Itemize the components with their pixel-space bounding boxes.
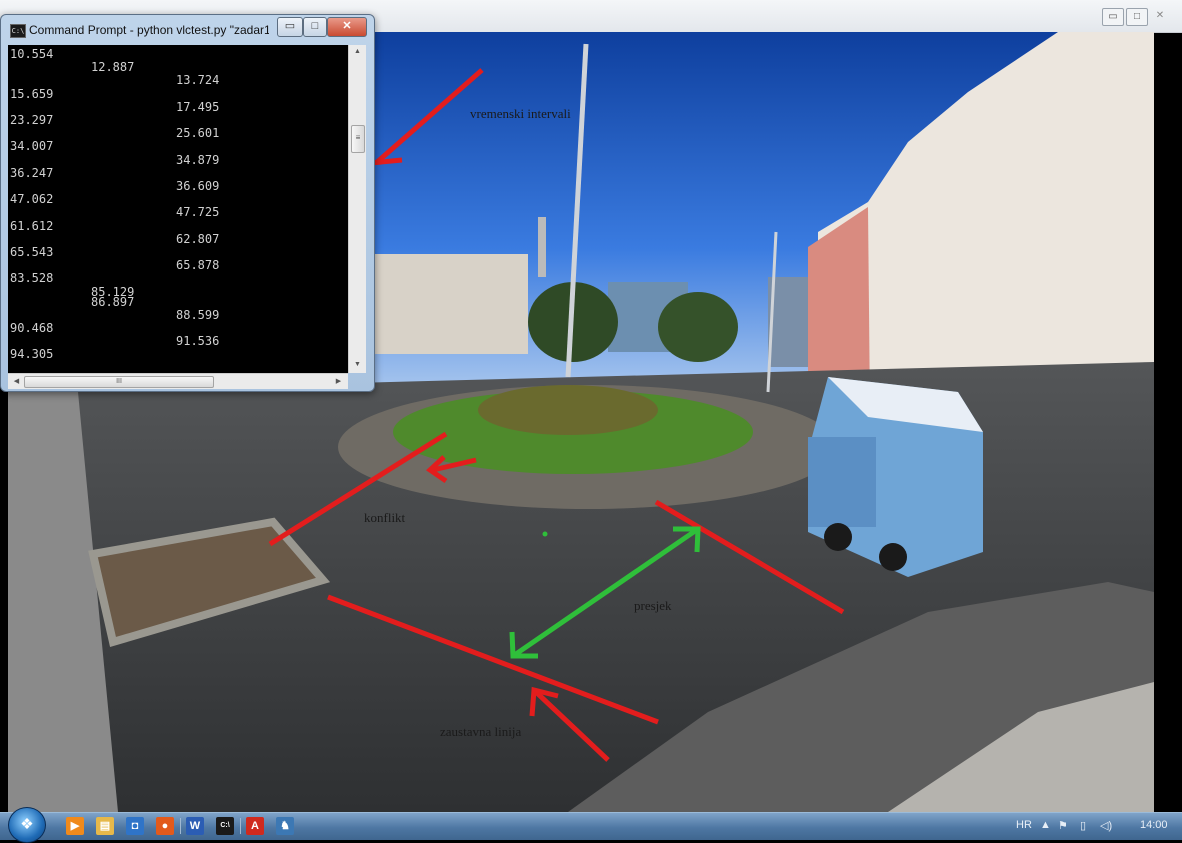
console-line: 62.807 xyxy=(176,231,220,246)
taskbar: ❖ ▶ ▤ ◘ ● W C:\ A ♞ HR ▲ ⚑ ▯ ◁) 14:00 xyxy=(0,807,1182,843)
minimize-button[interactable]: ▭ xyxy=(277,17,303,37)
desktop: ▭ □ ✕ vremenski intervali konflikt presj… xyxy=(0,0,1182,843)
taskbar-separator xyxy=(240,818,241,834)
scroll-right-icon[interactable]: ▶ xyxy=(330,377,347,385)
close-button[interactable]: ✕ xyxy=(327,17,367,37)
console-line: 34.007 xyxy=(10,139,54,154)
windows-logo-icon: ❖ xyxy=(20,816,34,833)
console-line: 90.468 xyxy=(10,321,54,335)
console-line: 88.599 xyxy=(176,307,220,322)
console-line: 34.879 xyxy=(176,152,220,167)
acrobat-icon[interactable]: A xyxy=(246,817,264,835)
console-line: 65.543 xyxy=(10,245,54,259)
console-line: 15.659 xyxy=(10,86,54,101)
start-button[interactable]: ❖ xyxy=(8,807,46,843)
console-line: 25.601 xyxy=(176,126,220,141)
outlook-icon[interactable]: ◘ xyxy=(126,817,144,835)
label-conflict: konflikt xyxy=(364,510,406,525)
console-line: 12.887 xyxy=(91,60,135,75)
console-line: 65.878 xyxy=(176,258,220,273)
scroll-left-icon[interactable]: ◀ xyxy=(8,377,25,385)
action-center-icon[interactable]: ⚑ xyxy=(1058,819,1068,832)
window-title: Command Prompt - python vlctest.py "zada… xyxy=(29,23,269,37)
explorer-icon[interactable]: ▤ xyxy=(96,817,114,835)
marker-dot xyxy=(542,531,548,537)
language-indicator[interactable]: HR xyxy=(1016,819,1032,831)
console-icon: C:\ xyxy=(10,24,26,38)
console-line: 10.554 xyxy=(10,47,54,61)
console-line: 86.897 xyxy=(91,294,135,309)
scroll-down-icon[interactable]: ▼ xyxy=(349,361,366,368)
label-time-intervals: vremenski intervali xyxy=(470,106,571,121)
cmd-icon[interactable]: C:\ xyxy=(216,817,234,835)
console-line: 17.495 xyxy=(176,99,220,114)
close-icon[interactable]: ✕ xyxy=(1150,8,1170,24)
console-line: 47.062 xyxy=(10,192,54,207)
tree xyxy=(658,292,738,362)
label-stop-line: zaustavna linija xyxy=(440,724,522,739)
console-line: 23.297 xyxy=(10,113,54,127)
clock[interactable]: 14:00 xyxy=(1140,819,1168,831)
maximize-button[interactable]: □ xyxy=(303,17,327,37)
vlc-icon[interactable]: ▶ xyxy=(66,817,84,835)
command-prompt-window[interactable]: C:\ Command Prompt - python vlctest.py "… xyxy=(0,14,375,392)
console-line: 94.305 xyxy=(10,347,54,362)
chimney xyxy=(538,217,546,277)
shrubs xyxy=(478,385,658,435)
maximize-icon[interactable]: □ xyxy=(1126,8,1148,26)
console-line: 36.247 xyxy=(10,165,54,180)
volume-icon[interactable]: ◁) xyxy=(1100,819,1112,832)
restore-icon[interactable]: ▭ xyxy=(1102,8,1124,26)
word-icon[interactable]: W xyxy=(186,817,204,835)
firefox-icon[interactable]: ● xyxy=(156,817,174,835)
python-icon[interactable]: ♞ xyxy=(276,817,294,835)
console-output[interactable]: 10.554 12.887 13.724 15.659 17.495 23.297 25.6… xyxy=(8,45,355,373)
console-line: 13.724 xyxy=(176,73,220,88)
console-line: 61.612 xyxy=(10,218,54,233)
console-line: 83.528 xyxy=(10,271,54,286)
show-hidden-icons-icon[interactable]: ▲ xyxy=(1040,819,1051,831)
vertical-scrollbar[interactable]: ▲ ≡ ▼ xyxy=(348,45,366,373)
horizontal-scrollbar[interactable]: ◀ III ▶ xyxy=(8,373,348,389)
console-line: 47.725 xyxy=(176,205,220,220)
delivery-van xyxy=(808,377,983,577)
horizontal-scroll-thumb[interactable]: III xyxy=(24,376,214,388)
battery-icon[interactable]: ▯ xyxy=(1080,819,1086,832)
label-crossing: presjek xyxy=(634,598,672,613)
building-left xyxy=(368,254,528,354)
taskbar-separator xyxy=(180,818,181,834)
scroll-thumb[interactable]: ≡ xyxy=(351,125,365,153)
scroll-up-icon[interactable]: ▲ xyxy=(349,48,366,55)
console-line: 91.536 xyxy=(176,334,220,349)
console-line: 36.609 xyxy=(176,179,220,193)
